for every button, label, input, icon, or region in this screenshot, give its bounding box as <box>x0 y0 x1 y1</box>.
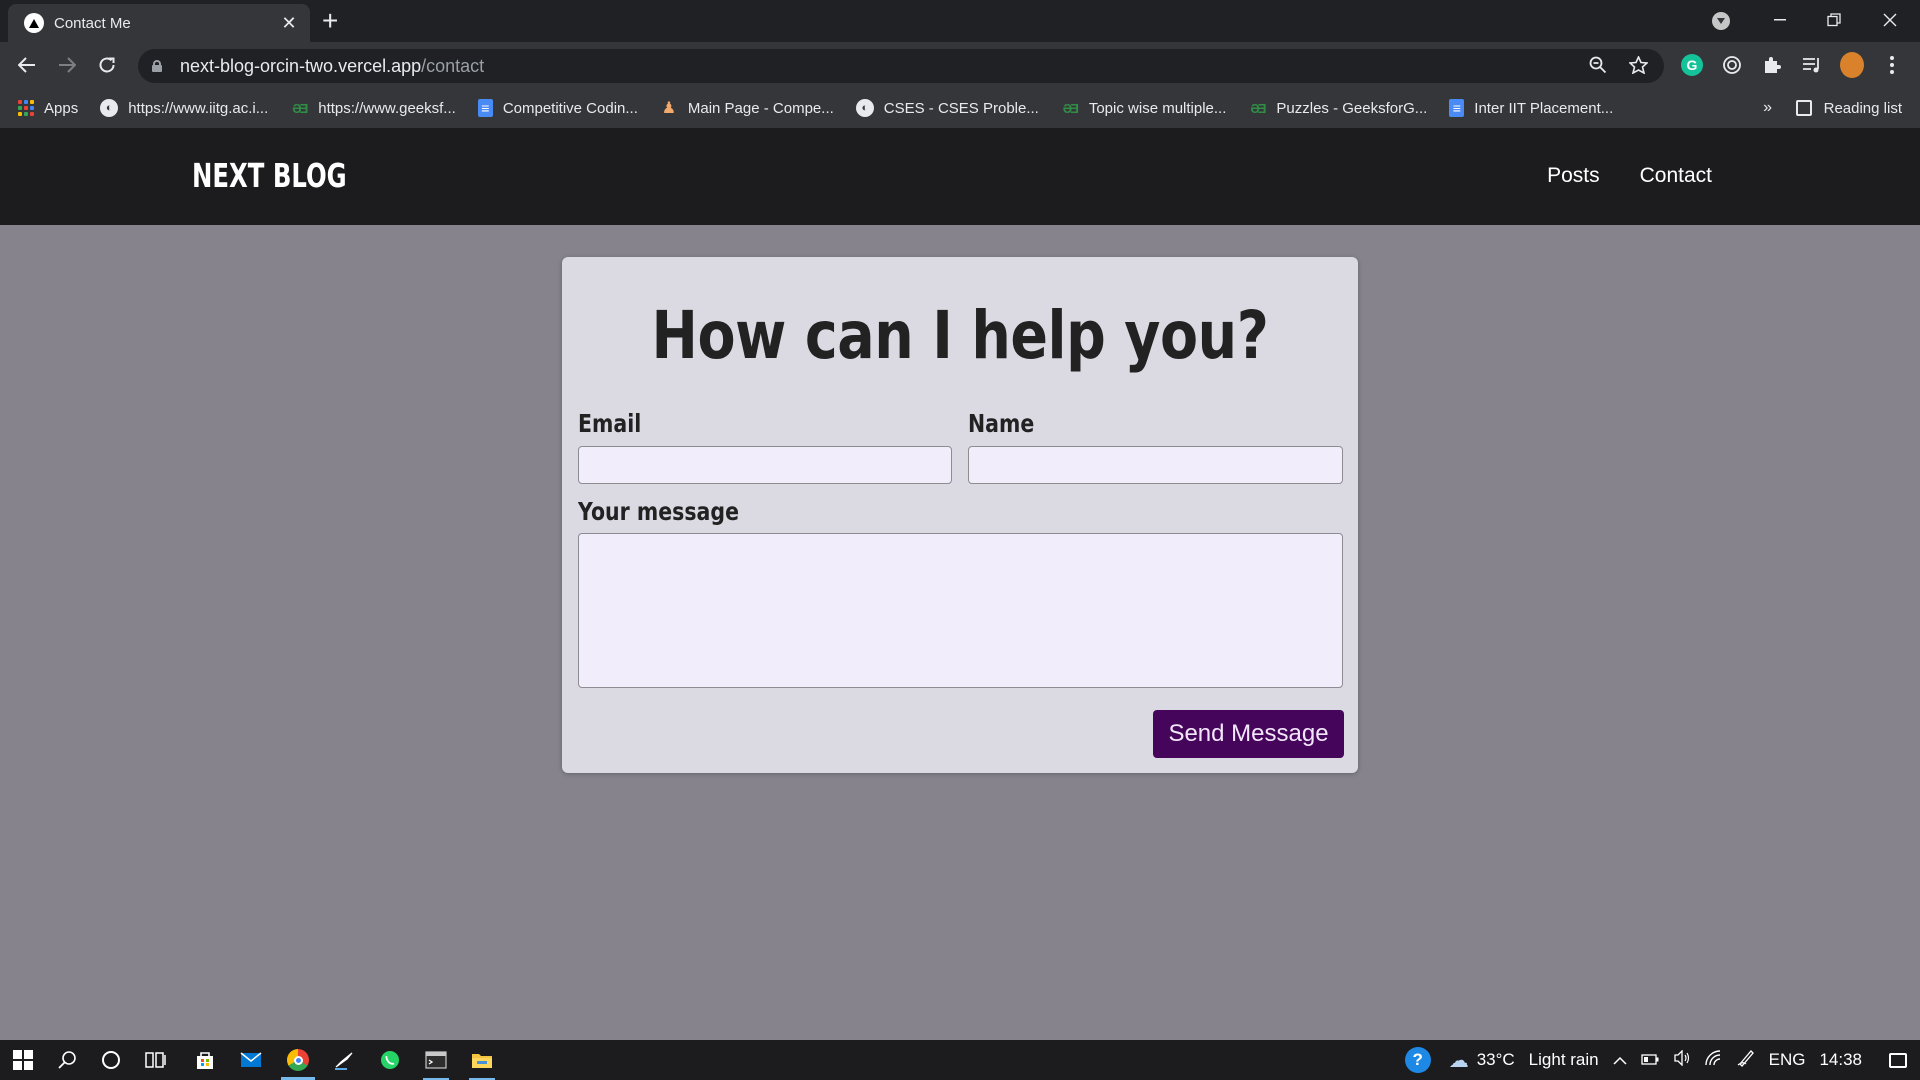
google-docs-icon <box>477 99 493 117</box>
geeksforgeeks-icon: ƏƎ <box>292 100 308 116</box>
email-label: Email <box>578 409 642 438</box>
bookmark-topic-wise[interactable]: ƏƎ Topic wise multiple... <box>1061 99 1227 117</box>
bookmark-label: Puzzles - GeeksforG... <box>1276 99 1428 117</box>
tab-close-icon[interactable]: ✕ <box>278 13 300 34</box>
bookmark-label: Competitive Codin... <box>502 99 638 117</box>
browser-tab-strip: Contact Me ✕ + <box>0 0 1920 42</box>
notification-center-icon[interactable] <box>1876 1040 1920 1080</box>
bookmark-label: Topic wise multiple... <box>1088 99 1227 117</box>
browser-toolbar: next-blog-orcin-two.vercel.app/contact G <box>0 42 1920 88</box>
cortana-icon[interactable] <box>88 1040 134 1080</box>
minimize-window-icon[interactable] <box>1752 2 1808 38</box>
vercel-favicon-icon <box>24 13 44 33</box>
clock-time[interactable]: 14:38 <box>1819 1050 1862 1070</box>
reading-list-icon <box>1795 100 1812 116</box>
browser-tab-contact[interactable]: Contact Me ✕ <box>8 4 310 42</box>
bookmark-label: https://www.iitg.ac.i... <box>128 99 269 117</box>
tray-chevron-up-icon[interactable] <box>1613 1050 1627 1070</box>
bookmark-label: Inter IIT Placement... <box>1474 99 1614 117</box>
bookmark-cses[interactable]: ◐ CSES - CSES Proble... <box>855 99 1039 117</box>
tab-title: Contact Me <box>54 14 131 32</box>
name-field[interactable] <box>968 446 1343 484</box>
new-tab-button[interactable]: + <box>322 6 338 36</box>
terminal-icon[interactable] <box>413 1040 459 1080</box>
bookmark-inter-iit[interactable]: Inter IIT Placement... <box>1449 99 1613 117</box>
language-indicator[interactable]: ENG <box>1769 1050 1806 1070</box>
main-nav: Posts Contact <box>1547 164 1712 188</box>
geeksforgeeks-icon: ƏƎ <box>1250 100 1266 116</box>
google-docs-icon <box>1449 99 1465 117</box>
bookmark-iitg[interactable]: ◐ https://www.iitg.ac.i... <box>100 99 268 117</box>
close-window-icon[interactable] <box>1862 2 1918 38</box>
site-logo[interactable]: NEXT BLOG <box>192 156 347 195</box>
chrome-taskbar-icon[interactable] <box>275 1040 321 1080</box>
pen-workspace-icon[interactable] <box>1737 1049 1755 1072</box>
extension-target-icon[interactable] <box>1720 53 1744 77</box>
nav-link-contact[interactable]: Contact <box>1640 164 1712 188</box>
back-arrow-icon[interactable] <box>12 50 42 80</box>
profile-avatar[interactable] <box>1840 52 1864 78</box>
nav-link-posts[interactable]: Posts <box>1547 164 1600 188</box>
url-path: /contact <box>421 55 485 76</box>
bookmark-geeksforgeeks[interactable]: ƏƎ https://www.geeksf... <box>290 99 456 117</box>
tab-search-icon[interactable] <box>1712 12 1730 30</box>
bookmark-label: CSES - CSES Proble... <box>883 99 1039 117</box>
file-explorer-icon[interactable] <box>459 1040 505 1080</box>
address-bar[interactable]: next-blog-orcin-two.vercel.app/contact <box>138 49 1664 83</box>
system-tray: ? ☁ 33°C Light rain ENG 14:38 <box>1404 1040 1920 1080</box>
email-field[interactable] <box>578 446 952 484</box>
message-label: Your message <box>578 497 739 526</box>
volume-icon[interactable] <box>1673 1048 1691 1071</box>
contact-form-card: How can I help you? Email Name Your mess… <box>562 257 1358 773</box>
globe-icon: ◐ <box>100 99 119 117</box>
search-icon[interactable] <box>44 1040 90 1080</box>
url-host: next-blog-orcin-two.vercel.app <box>180 55 422 76</box>
bookmark-puzzles[interactable]: ƏƎ Puzzles - GeeksforG... <box>1248 99 1427 117</box>
windows-taskbar: ? ☁ 33°C Light rain ENG 14:38 <box>0 1040 1920 1080</box>
bookmark-apps[interactable]: Apps <box>18 100 78 117</box>
mail-icon[interactable] <box>228 1040 274 1080</box>
lock-icon[interactable] <box>152 60 162 72</box>
bookmark-label: Apps <box>44 99 79 117</box>
reading-list-label: Reading list <box>1823 99 1902 117</box>
site-header: NEXT BLOG Posts Contact <box>0 128 1920 225</box>
contact-heading: How can I help you? <box>651 297 1269 374</box>
codeforces-icon: ♟ <box>661 100 677 117</box>
help-icon[interactable]: ? <box>1404 1047 1431 1073</box>
weather-cloud-icon[interactable]: ☁ <box>1449 1048 1469 1073</box>
task-view-icon[interactable] <box>133 1040 179 1080</box>
wifi-icon[interactable] <box>1704 1049 1723 1071</box>
media-control-icon[interactable] <box>1800 53 1824 77</box>
restore-window-icon[interactable] <box>1806 2 1862 38</box>
battery-icon[interactable] <box>1640 1050 1659 1070</box>
name-label: Name <box>968 409 1035 438</box>
bookmark-main-page[interactable]: ♟ Main Page - Compe... <box>660 99 834 118</box>
bookmark-star-icon[interactable] <box>1628 55 1649 79</box>
chrome-menu-icon[interactable] <box>1880 53 1904 77</box>
forward-arrow-icon[interactable] <box>52 50 82 80</box>
windows-start-icon[interactable] <box>0 1040 46 1080</box>
grammarly-extension-icon[interactable]: G <box>1681 54 1703 76</box>
send-message-button[interactable]: Send Message <box>1153 710 1344 758</box>
store-icon[interactable] <box>182 1040 228 1080</box>
message-textarea[interactable] <box>578 533 1343 688</box>
bookmark-label: Main Page - Compe... <box>687 99 834 117</box>
globe-icon: ◐ <box>855 99 874 117</box>
extensions-puzzle-icon[interactable] <box>1760 53 1784 77</box>
weather-temperature[interactable]: 33°C <box>1477 1050 1515 1070</box>
bookmarks-overflow-icon[interactable]: » <box>1763 88 1772 128</box>
bookmark-label: https://www.geeksf... <box>318 99 456 117</box>
whatsapp-icon[interactable] <box>367 1040 413 1080</box>
bookmarks-bar: Apps ◐ https://www.iitg.ac.i... ƏƎ https… <box>0 88 1920 128</box>
reading-list-button[interactable]: Reading list <box>1795 88 1902 128</box>
weather-description[interactable]: Light rain <box>1529 1050 1599 1070</box>
reload-icon[interactable] <box>92 50 122 80</box>
apps-icon <box>18 100 34 116</box>
geeksforgeeks-icon: ƏƎ <box>1062 100 1079 116</box>
bookmark-competitive-coding[interactable]: Competitive Codin... <box>477 99 638 117</box>
pen-app-icon[interactable] <box>321 1040 367 1080</box>
zoom-icon[interactable] <box>1589 56 1607 79</box>
